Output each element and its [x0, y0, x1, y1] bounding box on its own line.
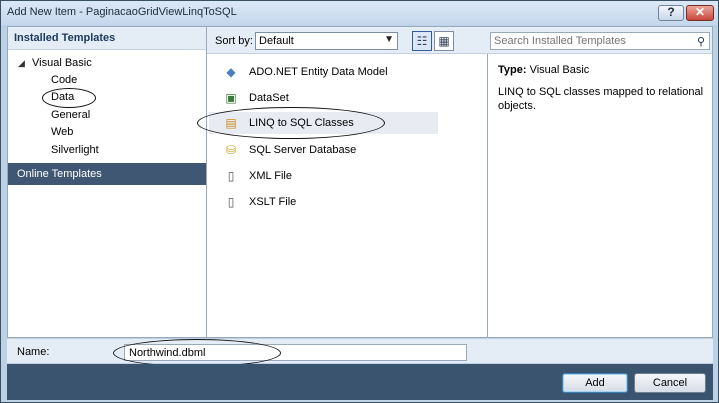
annotation-circle-data — [42, 88, 96, 108]
grid-view-icon: ▦ — [438, 34, 450, 48]
title-bar[interactable]: Add New Item - PaginacaoGridViewLinqToSQ… — [1, 1, 718, 25]
xml-file-icon: ▯ — [227, 169, 235, 183]
sort-by-value: Default — [259, 35, 294, 47]
annotation-circle-linq — [197, 107, 385, 139]
tree-item-web[interactable]: Web — [51, 126, 73, 138]
template-list: ◆ ADO.NET Entity Data Model ▣ DataSet ▤ … — [197, 54, 488, 337]
template-item-dataset[interactable]: ▣ DataSet — [209, 87, 438, 109]
dataset-icon: ▣ — [225, 91, 237, 105]
sort-by-select[interactable]: Default ▼ — [255, 32, 398, 50]
template-type: Type: Visual Basic — [498, 64, 589, 76]
annotation-circle-name — [113, 339, 281, 367]
template-name: XML File — [249, 170, 292, 182]
tree-item-silverlight[interactable]: Silverlight — [51, 144, 99, 156]
add-new-item-dialog: Add New Item - PaginacaoGridViewLinqToSQ… — [0, 0, 719, 403]
template-description: LINQ to SQL classes mapped to relational… — [498, 86, 704, 112]
search-templates-input[interactable] — [494, 34, 684, 48]
dropdown-arrow-icon: ▼ — [384, 34, 394, 45]
database-icon: ⛁ — [225, 143, 237, 157]
online-templates-label: Online Templates — [17, 168, 102, 180]
template-name: ADO.NET Entity Data Model — [249, 66, 388, 78]
template-item-xml-file[interactable]: ▯ XML File — [209, 165, 438, 187]
template-name: SQL Server Database — [249, 144, 357, 156]
tree-item-code[interactable]: Code — [51, 74, 77, 86]
template-name: DataSet — [249, 92, 289, 104]
small-icons-view-button[interactable]: ▦ — [434, 31, 454, 51]
installed-templates-header[interactable]: Installed Templates — [8, 27, 206, 50]
templates-sidebar: Installed Templates ◢ Visual Basic Code … — [8, 27, 207, 337]
close-button[interactable]: ✕ — [686, 5, 714, 21]
cancel-button[interactable]: Cancel — [634, 373, 706, 393]
tree-item-label: Visual Basic — [32, 57, 92, 69]
template-name: XSLT File — [249, 196, 297, 208]
help-button[interactable]: ? — [658, 5, 684, 21]
entity-model-icon: ◆ — [226, 65, 236, 79]
sort-by-label: Sort by: — [215, 35, 253, 47]
template-item-sql-database[interactable]: ⛁ SQL Server Database — [209, 139, 438, 161]
template-item-xslt-file[interactable]: ▯ XSLT File — [209, 191, 438, 213]
window-title: Add New Item - PaginacaoGridViewLinqToSQ… — [7, 6, 237, 18]
search-templates-box[interactable]: ⚲ — [490, 32, 710, 50]
template-item-ado-entity-model[interactable]: ◆ ADO.NET Entity Data Model — [209, 61, 438, 83]
installed-templates-label: Installed Templates — [14, 32, 116, 44]
expand-arrow-icon[interactable]: ◢ — [18, 58, 25, 69]
medium-icons-view-button[interactable]: ☷ — [412, 31, 432, 51]
type-value: Visual Basic — [529, 64, 590, 76]
online-templates-item[interactable]: Online Templates — [8, 163, 206, 185]
add-button[interactable]: Add — [562, 373, 628, 393]
xslt-file-icon: ▯ — [227, 195, 235, 209]
templates-toolbar: Sort by: Default ▼ ☷ ▦ ⚲ — [207, 27, 712, 54]
type-label: Type: — [498, 64, 527, 76]
list-view-icon: ☷ — [416, 34, 428, 48]
sidebar-empty-area — [8, 185, 206, 337]
name-label: Name: — [17, 346, 50, 358]
name-row: Name: — [7, 339, 713, 367]
button-bar: Add Cancel — [7, 364, 713, 400]
search-icon[interactable]: ⚲ — [697, 35, 705, 48]
tree-item-general[interactable]: General — [51, 109, 90, 121]
dialog-content: Installed Templates ◢ Visual Basic Code … — [7, 26, 713, 338]
